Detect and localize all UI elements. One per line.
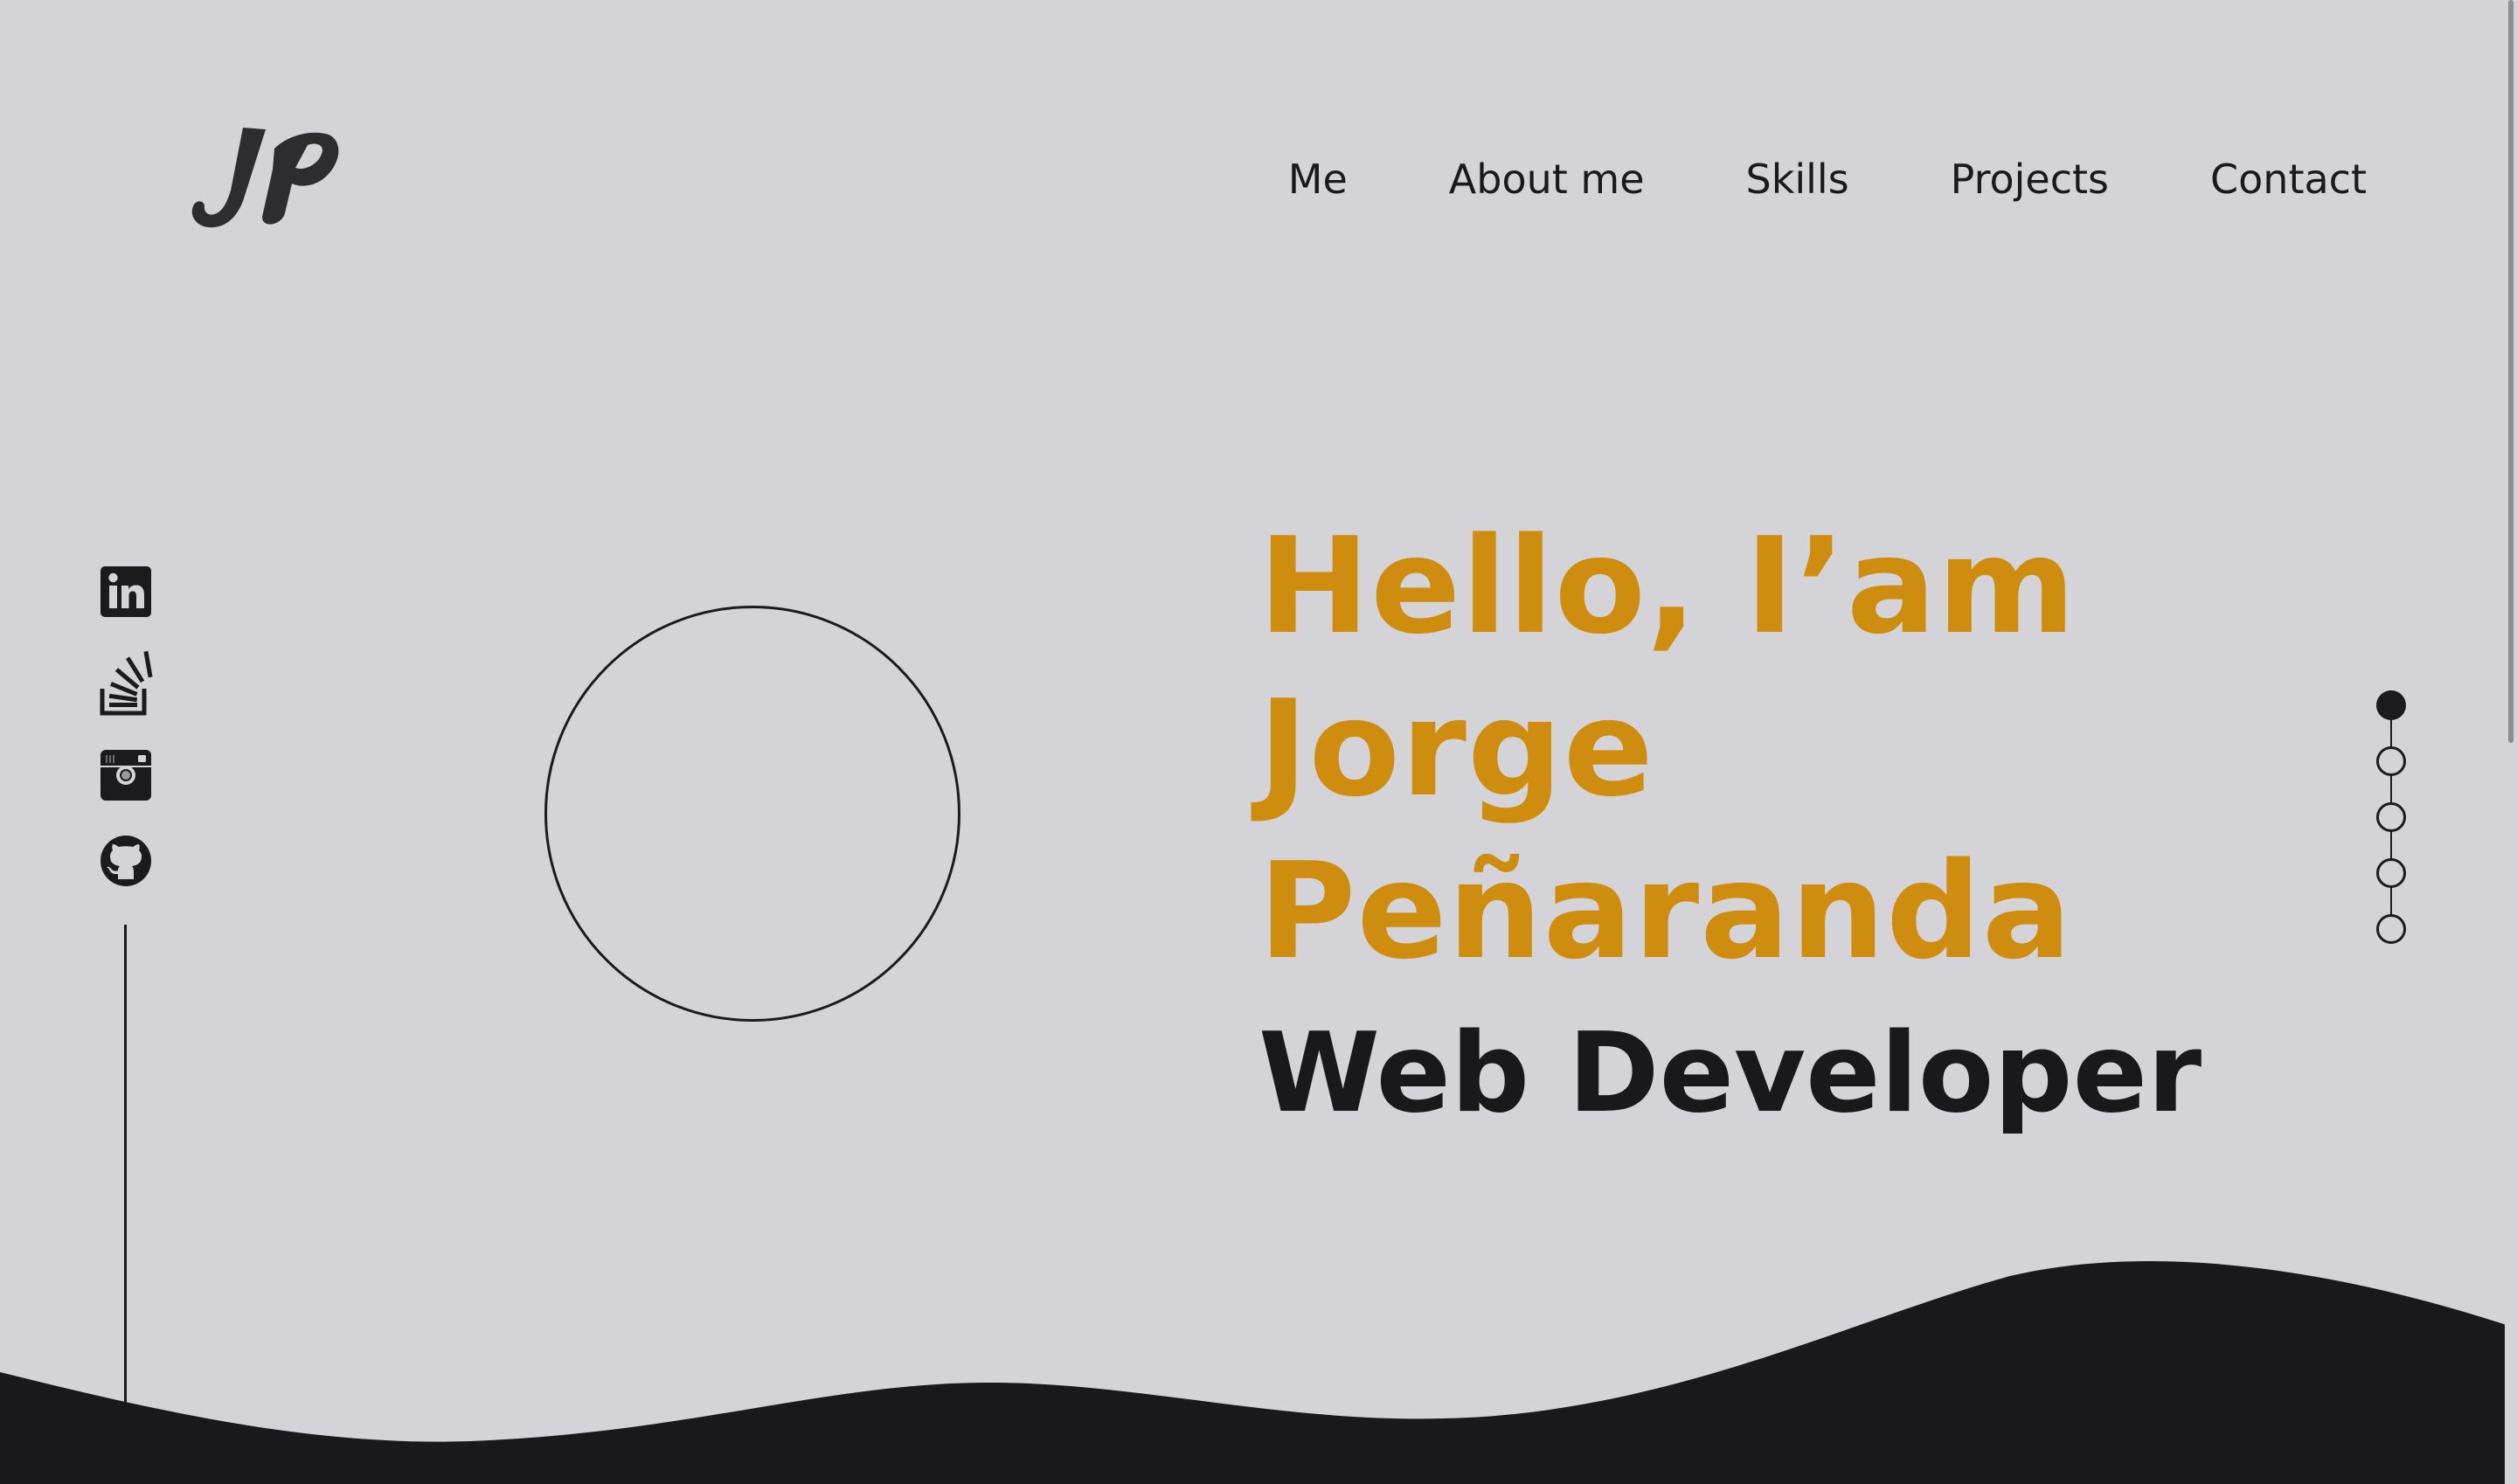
page: Me About me Skills Projects Contact Hell… <box>0 0 2517 1484</box>
section-dot-5[interactable] <box>2376 914 2406 944</box>
hero-name-first: Jorge <box>1258 671 1654 826</box>
main-nav: Me About me Skills Projects Contact <box>1288 156 2367 203</box>
scrollbar-thumb[interactable] <box>2508 0 2514 743</box>
instagram-icon[interactable] <box>99 748 153 802</box>
section-dot-4[interactable] <box>2376 858 2406 888</box>
hero-role: Web Developer <box>1258 1009 2202 1137</box>
hero-section: Hello, I’am Jorge Peñaranda Web Develope… <box>1258 505 2202 1134</box>
section-dot-3[interactable] <box>2376 802 2406 832</box>
nav-item-skills[interactable]: Skills <box>1746 156 1849 203</box>
hero-greeting-line1: Hello, I’am <box>1258 509 2077 663</box>
nav-item-me[interactable]: Me <box>1288 156 1348 203</box>
section-dot-2[interactable] <box>2376 746 2406 776</box>
footer-wave <box>0 1261 2517 1484</box>
nav-item-contact[interactable]: Contact <box>2210 156 2367 203</box>
stackoverflow-icon[interactable] <box>99 650 153 717</box>
nav-item-projects[interactable]: Projects <box>1951 156 2109 203</box>
nav-item-about-me[interactable]: About me <box>1449 156 1645 203</box>
section-dots <box>2376 690 2406 944</box>
github-icon[interactable] <box>99 834 153 888</box>
hero-name-last: Peñaranda <box>1258 834 2073 988</box>
social-links <box>99 565 153 888</box>
linkedin-icon[interactable] <box>99 565 153 619</box>
jp-monogram-logo[interactable] <box>191 122 339 232</box>
section-dot-1[interactable] <box>2376 690 2406 720</box>
hero-greeting: Hello, I’am Jorge Peñaranda <box>1258 505 2202 993</box>
profile-photo-circle <box>544 606 960 1022</box>
